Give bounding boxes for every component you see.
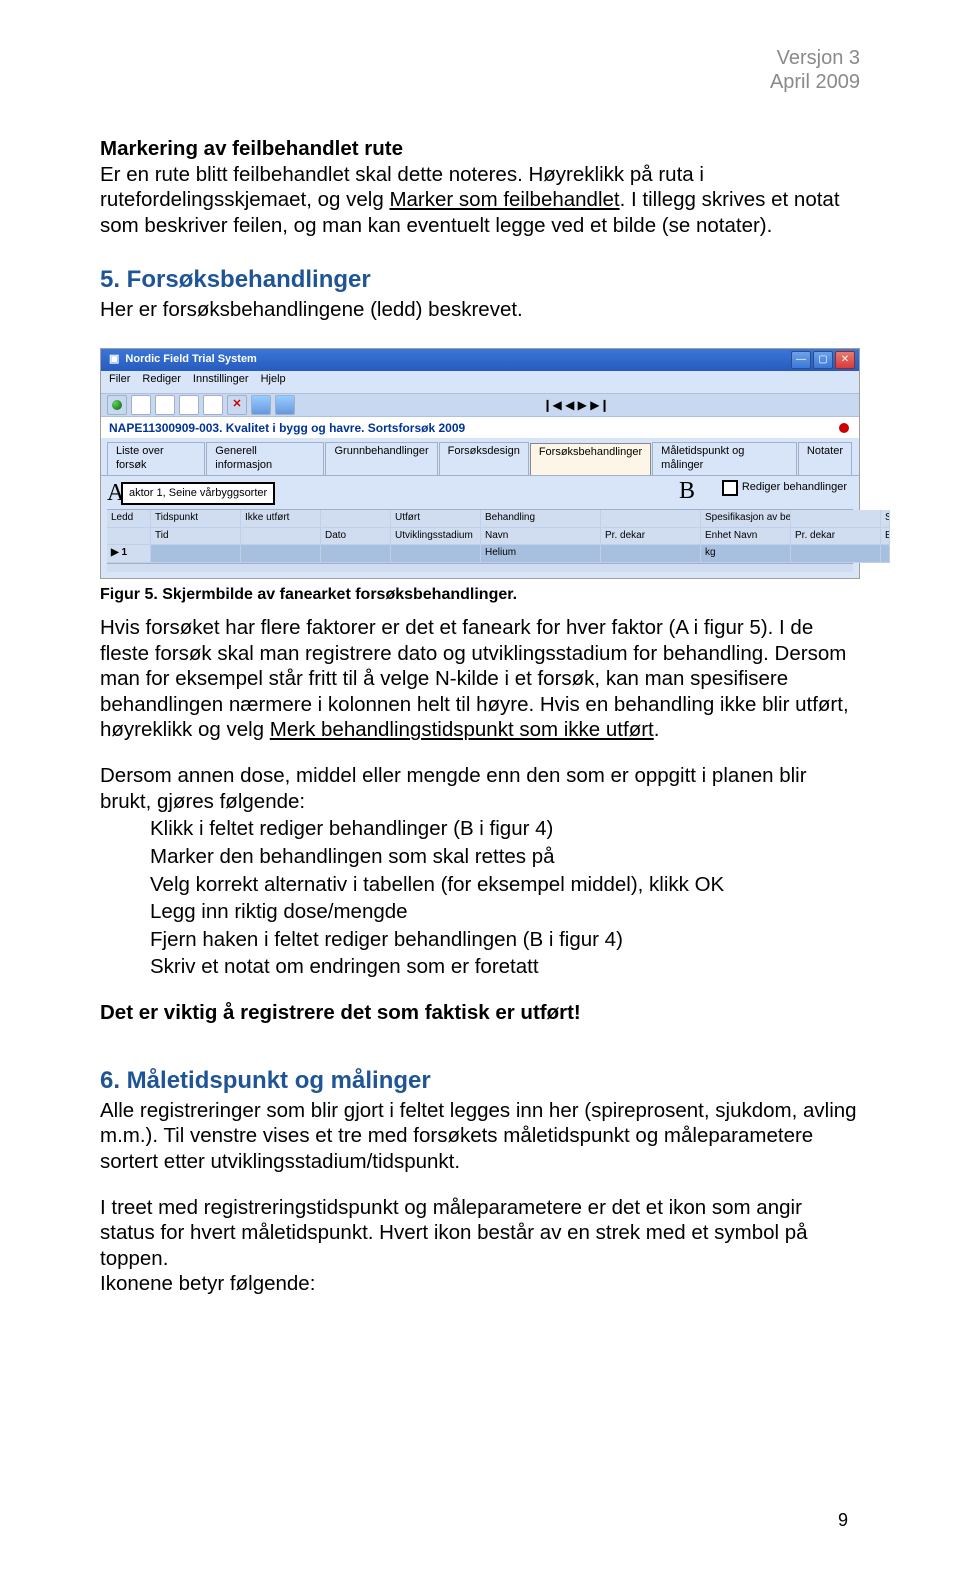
- heading-5: 5. Forsøksbehandlinger: [100, 265, 860, 295]
- close-button[interactable]: ✕: [835, 351, 855, 369]
- rediger-checkbox[interactable]: [722, 480, 738, 496]
- heading-mark: Markering av feilbehandlet rute: [100, 136, 860, 162]
- tab-generell[interactable]: Generell informasjon: [206, 442, 324, 475]
- col-navn: Navn: [481, 528, 601, 546]
- col-spesifikasjon: Spesifikasjon av behandling: [701, 510, 791, 528]
- grid-header: Ledd Tidspunkt Ikke utført Utført Behand…: [107, 509, 853, 563]
- col-utvikling: Utviklingsstadium: [391, 528, 481, 546]
- col-tid: Tid: [151, 528, 241, 546]
- toolbar-page-icon[interactable]: [131, 395, 151, 415]
- toolbar-save-icon[interactable]: [179, 395, 199, 415]
- toolbar-blue-icon[interactable]: [251, 395, 271, 415]
- para-6a: Alle registreringer som blir gjort i fel…: [100, 1098, 860, 1175]
- tab-notater[interactable]: Notater: [798, 442, 852, 475]
- screenshot-panel: ▣ Nordic Field Trial System — ▢ ✕ Filer …: [100, 348, 860, 579]
- version: Versjon 3: [777, 47, 860, 69]
- date: April 2009: [770, 71, 860, 93]
- col-dato: Dato: [321, 528, 391, 546]
- list-item: Velg korrekt alternativ i tabellen (for …: [150, 872, 860, 898]
- tab-maletidspunkt[interactable]: Måletidspunkt og målinger: [652, 442, 797, 475]
- minimize-button[interactable]: —: [791, 351, 811, 369]
- tab-forsoksbehandlinger[interactable]: Forsøksbehandlinger: [530, 443, 651, 476]
- window-titlebar: ▣ Nordic Field Trial System — ▢ ✕: [101, 349, 859, 371]
- page-number: 9: [838, 1510, 848, 1531]
- steps-list: Klikk i feltet rediger behandlinger (B i…: [150, 816, 860, 980]
- col-prdekar: Pr. dekar: [601, 528, 701, 546]
- menu-bar: Filer Rediger Innstillinger Hjelp: [101, 371, 859, 393]
- menu-filer[interactable]: Filer: [109, 373, 130, 391]
- menu-ref-underline: Marker som feilbehandlet: [389, 188, 619, 211]
- list-item: Legg inn riktig dose/mengde: [150, 899, 860, 925]
- page-header: Versjon 3 April 2009: [100, 46, 860, 94]
- window-title: Nordic Field Trial System: [125, 353, 256, 367]
- maximize-button[interactable]: ▢: [813, 351, 833, 369]
- subpanel: A aktor 1, Seine vårbyggsorter B Rediger…: [101, 475, 859, 578]
- row-navn[interactable]: Helium: [481, 545, 601, 563]
- factor-tab[interactable]: aktor 1, Seine vårbyggsorter: [121, 482, 275, 506]
- rediger-label: Rediger behandlinger: [742, 481, 847, 495]
- tab-grunn[interactable]: Grunnbehandlinger: [325, 442, 437, 475]
- tab-liste[interactable]: Liste over forsøk: [107, 442, 205, 475]
- col-ledd: Ledd: [107, 510, 151, 528]
- toolbar-green-icon[interactable]: [107, 395, 127, 415]
- col-ikkeutfort: Ikke utført: [241, 510, 321, 528]
- heading-6: 6. Måletidspunkt og målinger: [100, 1066, 860, 1096]
- col-enhet: Enhet: [881, 528, 890, 546]
- para-important: Det er viktig å registrere det som fakti…: [100, 1000, 860, 1026]
- para-5: Her er forsøksbehandlingene (ledd) beskr…: [100, 297, 860, 323]
- list-item: Marker den behandlingen som skal rettes …: [150, 844, 860, 870]
- para-mark: Er en rute blitt feilbehandlet skal dett…: [100, 162, 860, 239]
- figure-caption: Figur 5. Skjermbilde av fanearket forsøk…: [100, 585, 860, 605]
- para-figure: Hvis forsøket har flere faktorer er det …: [100, 615, 860, 743]
- status-dot-icon: [839, 423, 849, 433]
- row-ledd[interactable]: ▶ 1: [107, 545, 151, 563]
- toolbar-print-icon[interactable]: [203, 395, 223, 415]
- col-enhetnavn: Enhet Navn: [701, 528, 791, 546]
- menu-hjelp[interactable]: Hjelp: [261, 373, 286, 391]
- col-tidspunkt: Tidspunkt: [151, 510, 241, 528]
- col-utfort: Utført: [391, 510, 481, 528]
- toolbar-delete-icon[interactable]: ✕: [227, 395, 247, 415]
- breadcrumb: NAPE11300909-003. Kvalitet i bygg og hav…: [101, 417, 473, 438]
- toolbar-blue2-icon[interactable]: [275, 395, 295, 415]
- col-suppl: Suppl info: [881, 510, 890, 528]
- menu-rediger[interactable]: Rediger: [142, 373, 181, 391]
- tab-strip: Liste over forsøk Generell informasjon G…: [101, 438, 859, 475]
- record-nav[interactable]: ❙◀ ◀ ▶ ▶❙: [542, 398, 609, 413]
- toolbar-page2-icon[interactable]: [155, 395, 175, 415]
- list-item: Fjern haken i feltet rediger behandlinge…: [150, 927, 860, 953]
- app-icon: ▣: [109, 353, 119, 367]
- toolbar: ✕ ❙◀ ◀ ▶ ▶❙: [101, 393, 859, 417]
- menu-ref-underline-2: Merk behandlingstidspunkt som ikke utfør…: [270, 718, 654, 741]
- content: Markering av feilbehandlet rute Er en ru…: [100, 136, 860, 1297]
- col-prdekar2: Pr. dekar: [791, 528, 881, 546]
- scrollbar[interactable]: [107, 563, 853, 572]
- menu-innstillinger[interactable]: Innstillinger: [193, 373, 249, 391]
- para-6b: I treet med registreringstidspunkt og må…: [100, 1195, 860, 1272]
- tab-design[interactable]: Forsøksdesign: [439, 442, 529, 475]
- col-behandling: Behandling: [481, 510, 601, 528]
- para-6c: Ikonene betyr følgende:: [100, 1271, 860, 1297]
- list-item: Klikk i feltet rediger behandlinger (B i…: [150, 816, 860, 842]
- para-dose-intro: Dersom annen dose, middel eller mengde e…: [100, 763, 860, 814]
- callout-B: B: [679, 476, 695, 506]
- row-enhetnavn[interactable]: kg: [701, 545, 791, 563]
- list-item: Skriv et notat om endringen som er foret…: [150, 954, 860, 980]
